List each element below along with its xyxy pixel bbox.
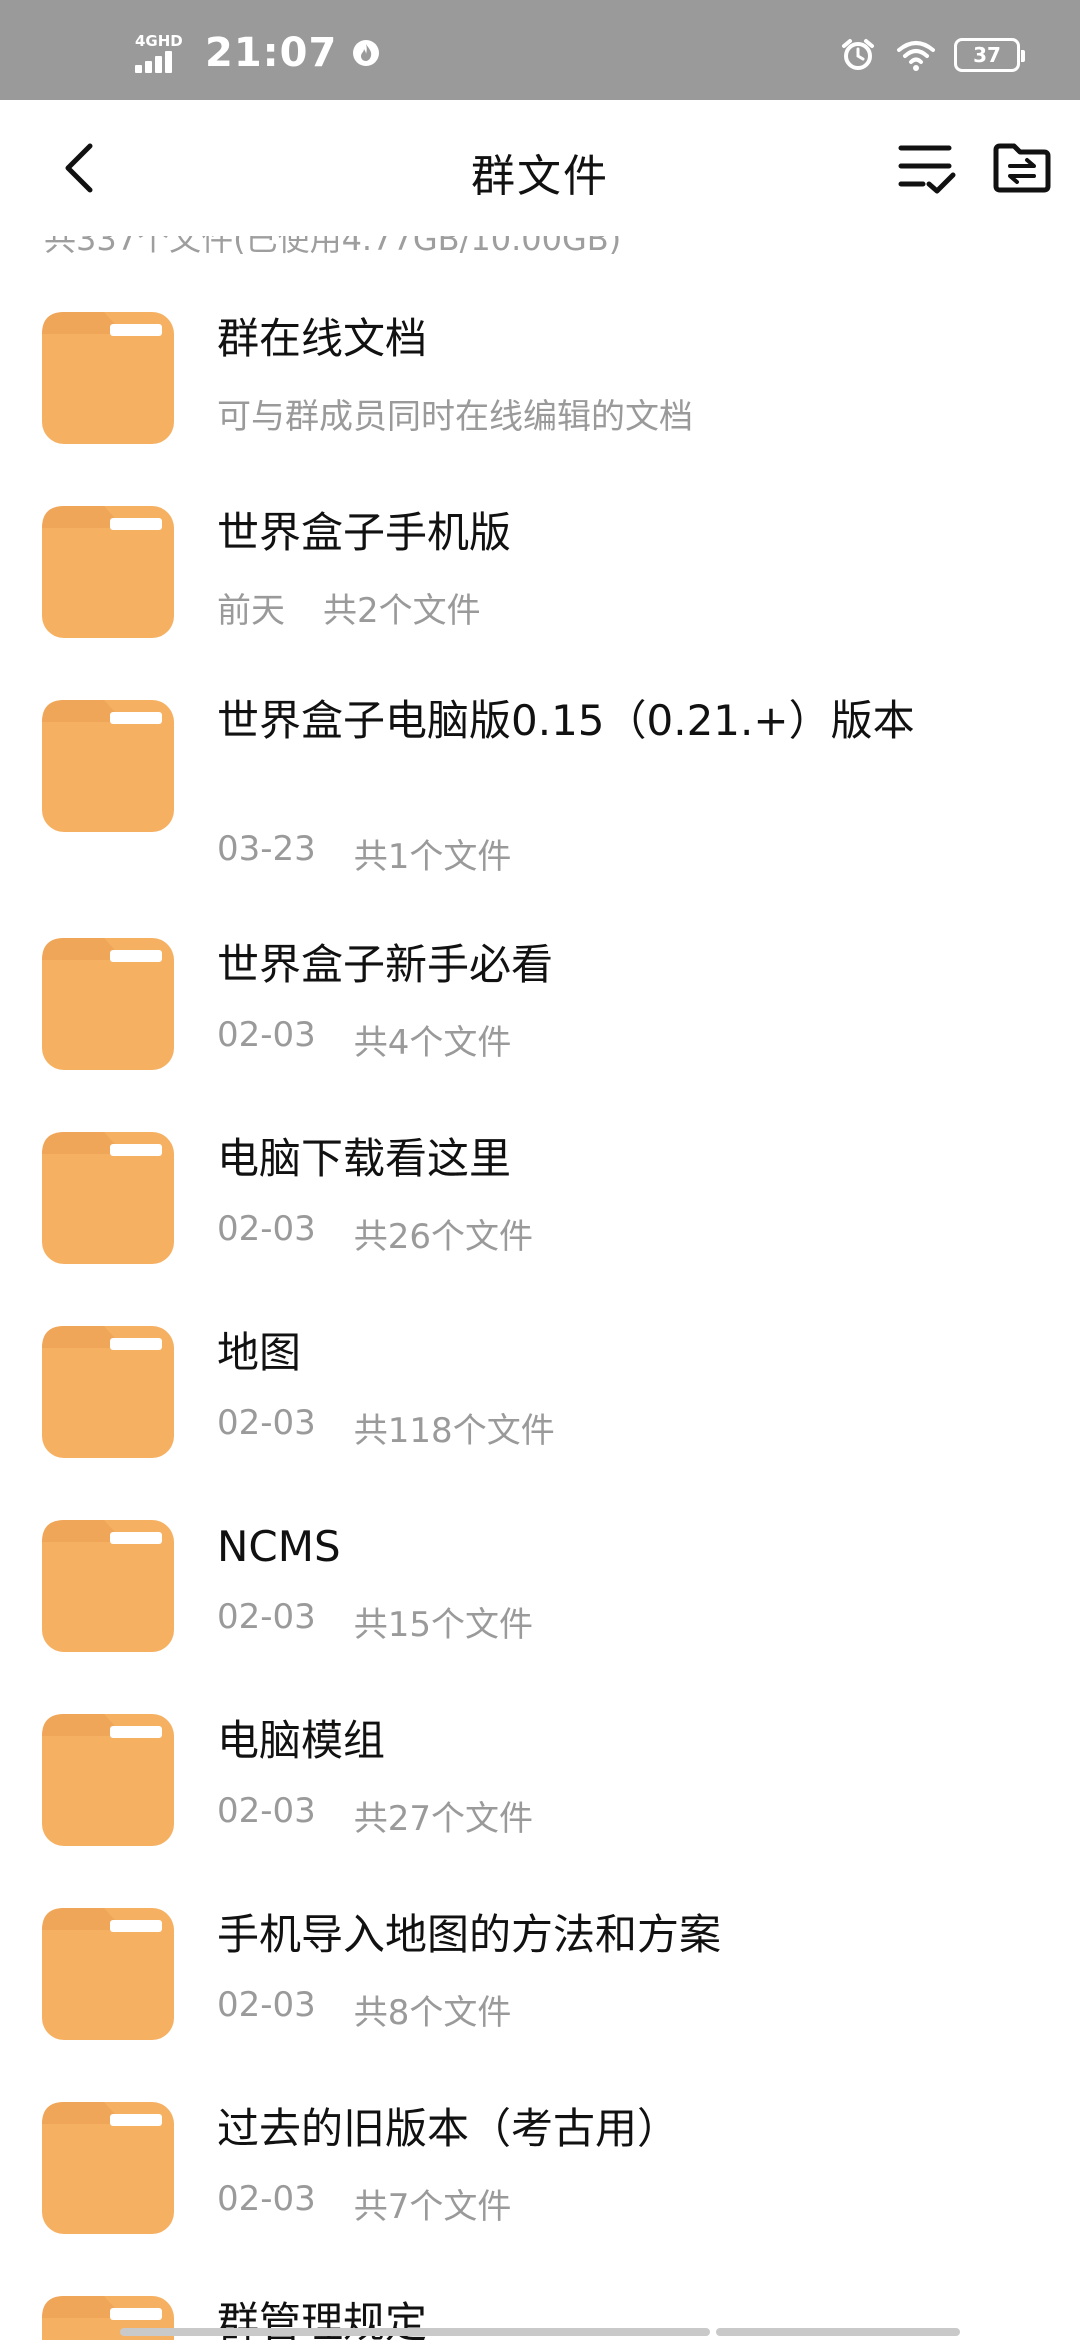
signal-icon — [135, 51, 172, 73]
gesture-bar-right — [716, 2328, 960, 2336]
status-right: 37 — [838, 38, 1025, 72]
folder-icon — [42, 1520, 174, 1652]
status-bar: 4GHD 21:07 37 — [0, 0, 1080, 100]
clock: 21:07 — [205, 30, 338, 76]
alarm-icon — [842, 39, 874, 70]
network-label: 4GHD — [135, 32, 183, 50]
battery-level: 37 — [973, 43, 1001, 67]
folder-title: 地图 — [217, 1328, 302, 1377]
network-indicator: 4GHD — [135, 33, 191, 73]
folder-icon — [42, 938, 174, 1070]
folder-title: NCMS — [217, 1522, 341, 1571]
folder-icon — [42, 2102, 174, 2234]
folder-title: 过去的旧版本（考古用） — [217, 2104, 680, 2153]
folder-icon — [42, 1714, 174, 1846]
sort-select-button[interactable] — [895, 136, 959, 200]
folder-title: 世界盒子新手必看 — [217, 940, 554, 989]
folder-icon — [42, 1132, 174, 1264]
flame-icon — [353, 40, 380, 66]
folder-icon — [42, 506, 174, 638]
list-item[interactable]: 群管理规定 — [0, 2220, 1080, 2340]
folder-icon — [42, 312, 174, 444]
list-item[interactable]: 地图 02-03 共118个文件 — [0, 1250, 1080, 1458]
folder-title: 电脑下载看这里 — [217, 1134, 512, 1183]
list-item[interactable]: 群在线文档 可与群成员同时在线编辑的文档 — [0, 236, 1080, 444]
folder-title: 群在线文档 — [217, 314, 428, 363]
header: 群文件 — [0, 100, 1080, 236]
list-check-icon — [898, 145, 956, 194]
list-item[interactable]: 过去的旧版本（考古用） 02-03 共7个文件 — [0, 2026, 1080, 2234]
folder-transfer-button[interactable] — [990, 136, 1054, 200]
folder-title: 世界盒子电脑版0.15（0.21.+）版本 — [217, 696, 915, 745]
list-item[interactable]: 手机导入地图的方法和方案 02-03 共8个文件 — [0, 1832, 1080, 2040]
folder-icon — [42, 1908, 174, 2040]
list-item[interactable]: 世界盒子新手必看 02-03 共4个文件 — [0, 862, 1080, 1070]
folder-title: 手机导入地图的方法和方案 — [217, 1910, 722, 1959]
folder-icon — [42, 1326, 174, 1458]
gesture-bar-left — [120, 2328, 710, 2336]
list-item[interactable]: 世界盒子电脑版0.15（0.21.+）版本 03-23 共1个文件 — [0, 624, 1080, 877]
folder-title: 电脑模组 — [217, 1716, 386, 1765]
list-item[interactable]: NCMS 02-03 共15个文件 — [0, 1444, 1080, 1652]
list-item[interactable]: 世界盒子手机版 前天 共2个文件 — [0, 430, 1080, 638]
list-item[interactable]: 电脑下载看这里 02-03 共26个文件 — [0, 1056, 1080, 1264]
wifi-icon — [897, 41, 935, 71]
folder-title: 世界盒子手机版 — [217, 508, 512, 557]
folder-transfer-icon — [993, 143, 1051, 193]
battery-icon: 37 — [954, 38, 1025, 72]
status-left: 4GHD 21:07 — [135, 30, 381, 76]
list-item[interactable]: 电脑模组 02-03 共27个文件 — [0, 1638, 1080, 1846]
folder-icon — [42, 700, 174, 832]
